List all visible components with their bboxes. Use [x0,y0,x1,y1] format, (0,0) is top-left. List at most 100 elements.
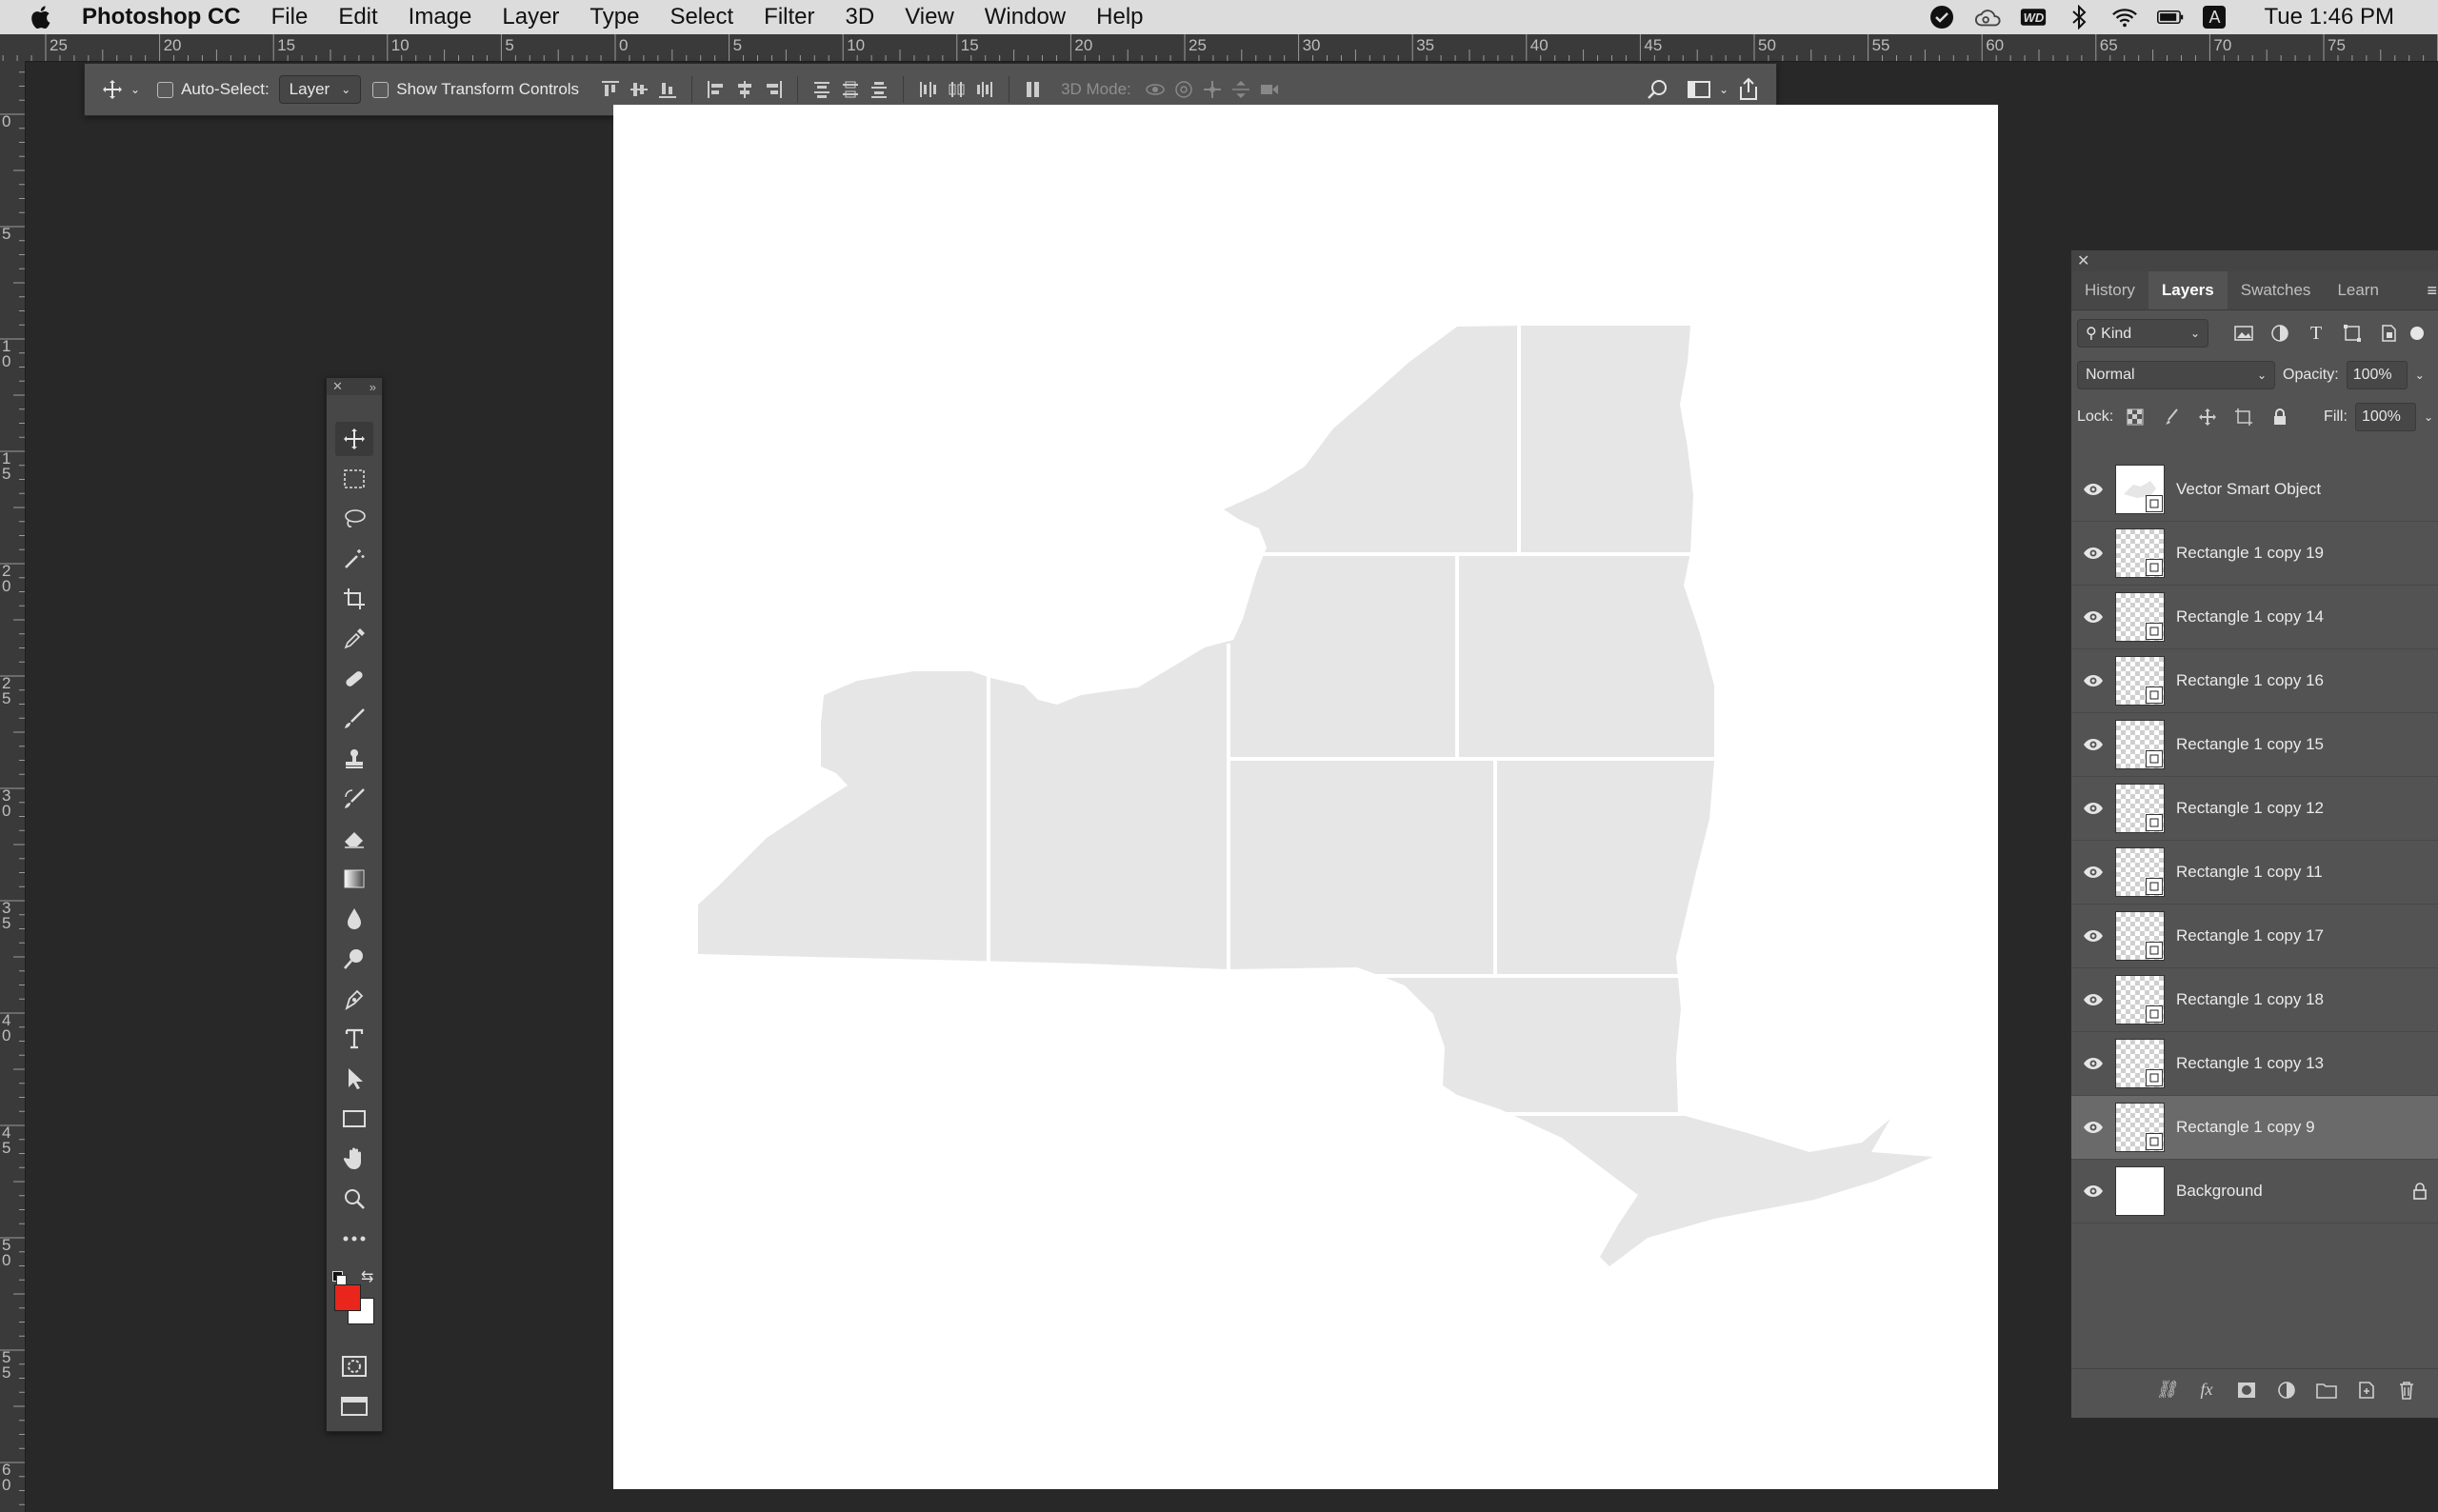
layer-row[interactable]: Rectangle 1 copy 15 [2071,713,2438,777]
layer-row[interactable]: Rectangle 1 copy 17 [2071,905,2438,968]
screen-mode-icon[interactable] [335,1389,373,1423]
smart-object-filter-icon[interactable] [2374,319,2403,348]
eyedropper-tool-icon[interactable] [335,622,373,656]
filter-kind-dropdown[interactable]: ⚲ Kind ⌄ [2077,319,2208,348]
distribute-right-icon[interactable] [970,75,999,104]
brush-tool-icon[interactable] [335,702,373,736]
clone-stamp-tool-icon[interactable] [335,742,373,776]
new-group-icon[interactable] [2313,1377,2340,1403]
search-icon[interactable] [1643,75,1671,104]
menu-type[interactable]: Type [590,4,639,30]
menu-window[interactable]: Window [985,4,1066,30]
layer-thumbnail[interactable] [2115,656,2165,706]
menu-help[interactable]: Help [1096,4,1143,30]
tab-layers[interactable]: Layers [2148,271,2228,309]
move-tool-icon[interactable] [335,422,373,456]
layer-thumbnail[interactable] [2115,847,2165,897]
menu-view[interactable]: View [905,4,954,30]
swap-colors-icon[interactable]: ⇆ [361,1267,373,1286]
layer-name[interactable]: Rectangle 1 copy 19 [2176,544,2438,563]
layer-thumbnail[interactable] [2115,911,2165,961]
ruler-top[interactable]: 25 20 15 10 5 0 5 10 15 20 25 30 35 40 45 50 55 60 65 70 75 [0,34,2438,62]
foreground-color-swatch[interactable] [334,1284,361,1311]
shape-filter-icon[interactable] [2338,319,2367,348]
pen-tool-icon[interactable] [335,982,373,1016]
magic-wand-tool-icon[interactable] [335,542,373,576]
auto-align-icon[interactable] [1019,75,1048,104]
auto-select-dropdown[interactable]: Layer ⌄ [278,75,362,104]
layer-name[interactable]: Rectangle 1 copy 9 [2176,1118,2438,1137]
distribute-horizontal-center-icon[interactable] [942,75,970,104]
zoom-tool-icon[interactable] [335,1182,373,1216]
close-icon[interactable]: ✕ [2077,251,2089,270]
align-right-icon[interactable] [759,75,788,104]
mores-icon[interactable] [335,1222,373,1256]
lock-icon[interactable] [2401,1183,2438,1200]
lock-artboard-icon[interactable] [2229,403,2258,431]
layer-row[interactable]: Rectangle 1 copy 16 [2071,649,2438,713]
align-left-icon[interactable] [702,75,730,104]
quick-mask-icon[interactable] [335,1349,373,1383]
gradient-tool-icon[interactable] [335,862,373,896]
distribute-top-icon[interactable] [808,75,836,104]
history-brush-tool-icon[interactable] [335,782,373,816]
visibility-eye-icon[interactable] [2071,1184,2115,1198]
lock-all-icon[interactable] [2266,403,2294,431]
layer-name[interactable]: Vector Smart Object [2176,480,2438,499]
layer-name[interactable]: Rectangle 1 copy 16 [2176,671,2438,690]
align-top-icon[interactable] [596,75,625,104]
distribute-vertical-center-icon[interactable] [836,75,865,104]
menu-3d[interactable]: 3D [846,4,875,30]
filter-toggle-icon[interactable] [2410,327,2424,340]
menu-filter[interactable]: Filter [764,4,814,30]
path-selection-tool-icon[interactable] [335,1062,373,1096]
layer-name[interactable]: Rectangle 1 copy 18 [2176,990,2438,1009]
crop-tool-icon[interactable] [335,582,373,616]
creative-cloud-icon[interactable] [1974,5,2002,30]
workspace-icon[interactable] [1685,75,1713,104]
align-horizontal-center-icon[interactable] [730,75,759,104]
layer-name[interactable]: Rectangle 1 copy 14 [2176,607,2438,627]
type-tool-icon[interactable] [335,1022,373,1056]
new-adjustment-layer-icon[interactable] [2273,1377,2300,1403]
new-layer-icon[interactable] [2353,1377,2380,1403]
visibility-eye-icon[interactable] [2071,1121,2115,1134]
link-layers-icon[interactable]: ⛓ [2153,1377,2180,1403]
layer-name[interactable]: Rectangle 1 copy 13 [2176,1054,2438,1073]
show-transform-checkbox[interactable] [372,81,390,98]
layer-row[interactable]: Background [2071,1160,2438,1224]
menu-file[interactable]: File [271,4,309,30]
add-mask-icon[interactable] [2233,1377,2260,1403]
layer-name[interactable]: Rectangle 1 copy 11 [2176,863,2438,882]
fill-input[interactable]: 100% [2354,403,2416,431]
rectangle-tool-icon[interactable] [335,1102,373,1136]
clock[interactable]: Tue 1:46 PM [2264,4,2394,30]
visibility-eye-icon[interactable] [2071,738,2115,751]
opacity-input[interactable]: 100% [2346,361,2408,389]
battery-icon[interactable] [2157,5,2184,30]
layer-thumbnail[interactable] [2115,1166,2165,1216]
layer-name[interactable]: Background [2176,1182,2401,1201]
lock-transparent-icon[interactable] [2121,403,2149,431]
visibility-eye-icon[interactable] [2071,1057,2115,1070]
distribute-left-icon[interactable] [913,75,942,104]
visibility-eye-icon[interactable] [2071,483,2115,496]
layer-name[interactable]: Rectangle 1 copy 17 [2176,926,2438,945]
lock-position-icon[interactable] [2193,403,2222,431]
wifi-icon[interactable] [2111,5,2138,30]
layer-row[interactable]: Vector Smart Object [2071,458,2438,522]
eraser-tool-icon[interactable] [335,822,373,856]
distribute-bottom-icon[interactable] [865,75,893,104]
adjustment-filter-icon[interactable] [2266,319,2294,348]
bluetooth-icon[interactable] [2066,5,2092,30]
visibility-eye-icon[interactable] [2071,865,2115,879]
chevron-down-icon[interactable]: ⌄ [2424,410,2433,424]
input-source-icon[interactable]: A [2203,6,2227,29]
layer-thumbnail[interactable] [2115,592,2165,642]
layer-thumbnail[interactable] [2115,1039,2165,1088]
layer-style-icon[interactable]: fx [2193,1377,2220,1403]
expand-icon[interactable]: » [370,380,376,394]
layer-name[interactable]: Rectangle 1 copy 15 [2176,735,2438,754]
tab-learn[interactable]: Learn [2324,271,2391,309]
layer-thumbnail[interactable] [2115,720,2165,769]
